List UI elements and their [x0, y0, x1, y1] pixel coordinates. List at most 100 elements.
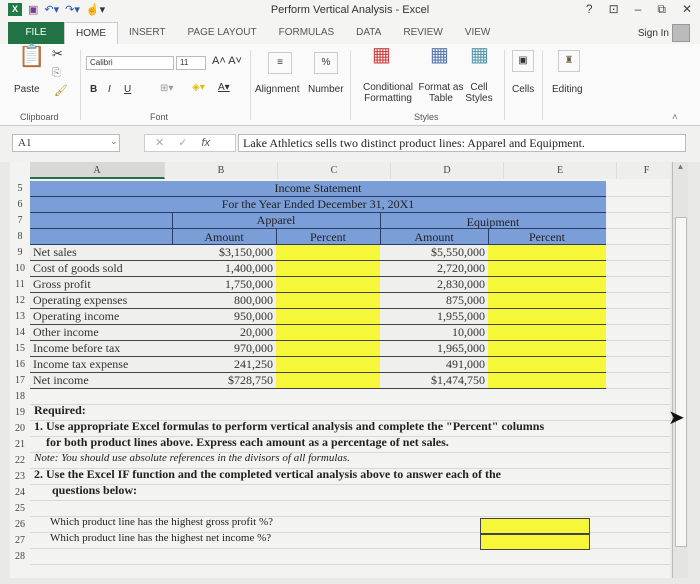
scroll-thumb[interactable]	[675, 217, 687, 547]
tab-file[interactable]: FILE	[8, 22, 64, 44]
tab-page-layout[interactable]: PAGE LAYOUT	[177, 22, 268, 44]
formula-input[interactable]: Lake Athletics sells two distinct produc…	[238, 134, 686, 152]
row-header[interactable]: 18	[10, 389, 30, 405]
find-icon[interactable]: ♜	[558, 50, 580, 72]
equipment-percent-cell[interactable]	[488, 341, 606, 357]
format-painter-icon[interactable]: 🖌	[54, 86, 68, 97]
column-header-d[interactable]: D	[391, 162, 504, 179]
name-box-dropdown-icon[interactable]: ⌄	[110, 136, 118, 147]
borders-icon[interactable]: ⊞▾	[160, 83, 173, 94]
column-header-f[interactable]: F	[617, 162, 670, 179]
insert-function-icon[interactable]: fx	[201, 135, 210, 151]
equipment-percent-cell[interactable]	[488, 261, 606, 277]
row-header[interactable]: 24	[10, 485, 30, 501]
font-name-dropdown[interactable]: Calibri	[86, 56, 174, 70]
row-header[interactable]: 25	[10, 501, 30, 517]
tab-formulas[interactable]: FORMULAS	[268, 22, 346, 44]
apparel-percent-cell[interactable]	[276, 277, 380, 293]
equipment-percent-cell[interactable]	[488, 357, 606, 373]
row-header[interactable]: 19	[10, 405, 30, 421]
paste-button[interactable]: Paste	[14, 84, 40, 95]
alignment-icon[interactable]: ≡	[268, 52, 292, 74]
row-header[interactable]: 17	[10, 373, 30, 389]
restore-icon[interactable]: ⧉	[657, 2, 666, 17]
row-header[interactable]: 28	[10, 549, 30, 565]
row-header[interactable]: 9	[10, 245, 30, 261]
row-header[interactable]: 15	[10, 341, 30, 357]
row-header[interactable]: 13	[10, 309, 30, 325]
column-header-c[interactable]: C	[278, 162, 391, 179]
cell-styles-button[interactable]: Cell Styles	[464, 82, 494, 104]
grow-font-icon[interactable]: A˄ A˅	[212, 56, 242, 67]
equipment-percent-cell[interactable]	[488, 277, 606, 293]
row-header[interactable]: 26	[10, 517, 30, 533]
tab-data[interactable]: DATA	[345, 22, 392, 44]
font-size-dropdown[interactable]: 11	[176, 56, 206, 70]
close-icon[interactable]: ✕	[682, 2, 692, 17]
row-header[interactable]: 16	[10, 357, 30, 373]
row-header[interactable]: 7	[10, 213, 30, 229]
column-header-b[interactable]: B	[165, 162, 278, 179]
tab-view[interactable]: VIEW	[454, 22, 502, 44]
percent-icon[interactable]: %	[314, 52, 338, 74]
editing-button[interactable]: Editing	[552, 84, 583, 95]
bold-button[interactable]: B	[90, 84, 97, 95]
row-header[interactable]: 6	[10, 197, 30, 213]
row-header[interactable]: 27	[10, 533, 30, 549]
minimize-icon[interactable]: –	[635, 2, 642, 17]
scroll-up-icon[interactable]: ▲	[673, 162, 688, 171]
row-header[interactable]: 22	[10, 453, 30, 469]
paste-icon[interactable]: 📋	[18, 45, 45, 67]
name-box[interactable]: A1	[12, 134, 120, 152]
number-button[interactable]: Number	[308, 84, 344, 95]
apparel-percent-cell[interactable]	[276, 357, 380, 373]
cancel-icon[interactable]: ✕	[155, 135, 164, 151]
row-header[interactable]: 10	[10, 261, 30, 277]
tab-home[interactable]: HOME	[64, 22, 118, 44]
sign-in-label[interactable]: Sign In	[638, 28, 669, 39]
apparel-percent-cell[interactable]	[276, 341, 380, 357]
cells-button[interactable]: Cells	[512, 84, 534, 95]
conditional-formatting-icon[interactable]: ▦	[372, 45, 391, 65]
row-header[interactable]: 5	[10, 181, 30, 197]
fill-color-icon[interactable]: ◈▾	[192, 82, 205, 93]
apparel-percent-cell[interactable]	[276, 373, 380, 389]
apparel-percent-cell[interactable]	[276, 293, 380, 309]
font-color-icon[interactable]: A▾	[218, 82, 230, 93]
cut-icon[interactable]: ✂	[52, 47, 63, 60]
sign-in[interactable]: Sign In	[638, 24, 690, 42]
alignment-button[interactable]: Alignment	[255, 84, 299, 95]
equipment-percent-cell[interactable]	[488, 309, 606, 325]
column-header-e[interactable]: E	[504, 162, 617, 179]
apparel-percent-cell[interactable]	[276, 245, 380, 261]
tab-insert[interactable]: INSERT	[118, 22, 177, 44]
apparel-percent-cell[interactable]	[276, 309, 380, 325]
ribbon-display-icon[interactable]: ⊡	[609, 2, 619, 17]
answer-cell-gross-profit[interactable]	[480, 518, 590, 534]
equipment-percent-cell[interactable]	[488, 293, 606, 309]
format-as-table-button[interactable]: Format as Table	[418, 82, 464, 104]
copy-icon[interactable]: ⎘	[52, 68, 61, 79]
answer-cell-net-income[interactable]	[480, 534, 590, 550]
apparel-percent-cell[interactable]	[276, 325, 380, 341]
row-header[interactable]: 11	[10, 277, 30, 293]
row-header[interactable]: 20	[10, 421, 30, 437]
enter-icon[interactable]: ✓	[178, 135, 187, 151]
vertical-scrollbar[interactable]: ▲	[672, 162, 688, 578]
row-header[interactable]: 21	[10, 437, 30, 453]
column-header-a[interactable]: A	[30, 162, 165, 179]
equipment-percent-cell[interactable]	[488, 245, 606, 261]
apparel-percent-cell[interactable]	[276, 261, 380, 277]
worksheet[interactable]: A B C D E F 5 6 7 8 9 10 11 12 13 14 15 16 17 18 19 20 2…	[10, 162, 670, 578]
underline-button[interactable]: U	[124, 84, 131, 95]
row-header[interactable]: 12	[10, 293, 30, 309]
conditional-formatting-button[interactable]: Conditional Formatting	[356, 82, 420, 104]
tab-review[interactable]: REVIEW	[392, 22, 453, 44]
help-icon[interactable]: ?	[586, 2, 593, 17]
row-header[interactable]: 23	[10, 469, 30, 485]
format-as-table-icon[interactable]: ▦	[430, 45, 449, 65]
collapse-ribbon-icon[interactable]: ˄	[672, 112, 678, 123]
cell-styles-icon[interactable]: ▦	[470, 45, 489, 65]
cells-icon[interactable]: ▣	[512, 50, 534, 72]
equipment-percent-cell[interactable]	[488, 373, 606, 389]
